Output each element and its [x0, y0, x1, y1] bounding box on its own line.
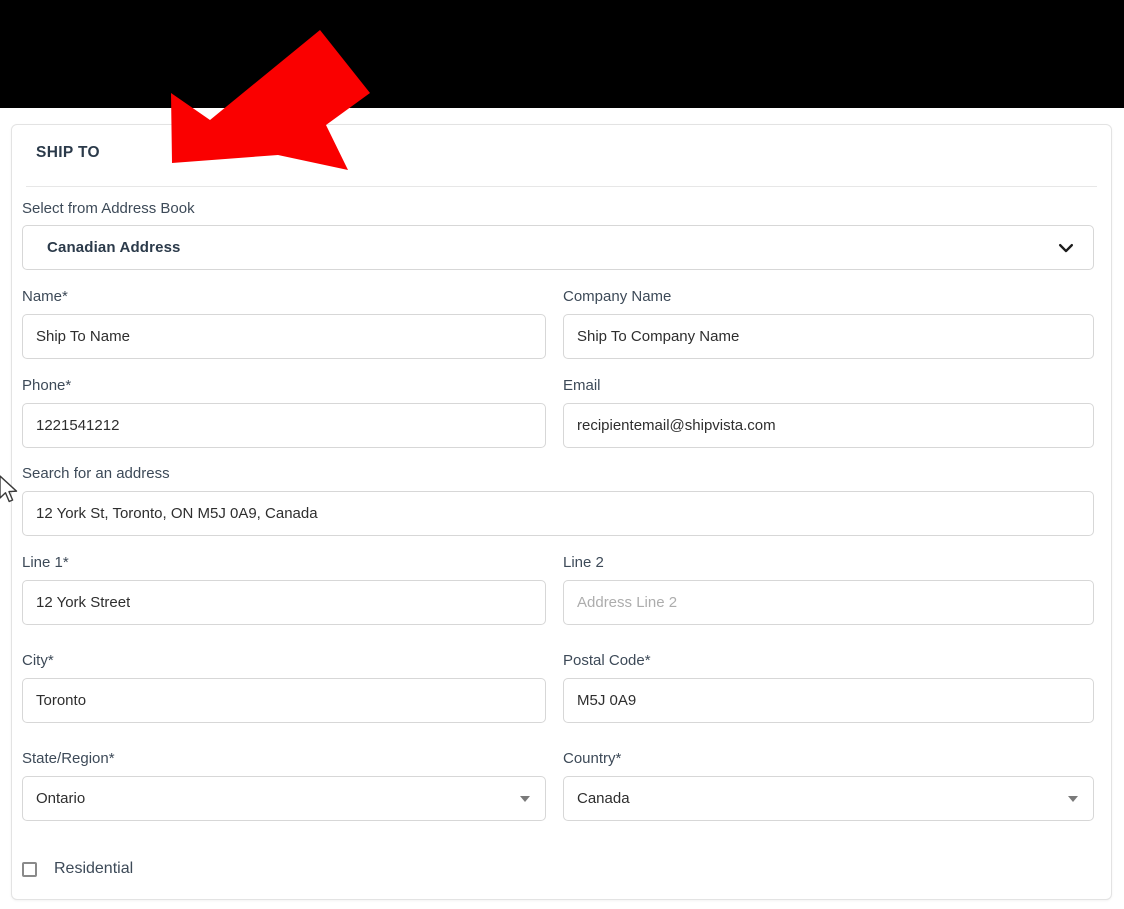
address-search-value: 12 York St, Toronto, ON M5J 0A9, Canada: [36, 505, 318, 522]
line1-input[interactable]: 12 York Street: [22, 580, 546, 625]
company-name-input[interactable]: Ship To Company Name: [563, 314, 1094, 359]
email-input[interactable]: recipientemail@shipvista.com: [563, 403, 1094, 448]
address-search-label: Search for an address: [22, 465, 170, 482]
company-name-value: Ship To Company Name: [577, 328, 740, 345]
line2-placeholder: Address Line 2: [577, 594, 678, 611]
postal-code-input[interactable]: M5J 0A9: [563, 678, 1094, 723]
country-selected-value: Canada: [577, 790, 630, 807]
title-divider: [26, 186, 1097, 187]
line1-label: Line 1*: [22, 554, 69, 571]
line2-input[interactable]: Address Line 2: [563, 580, 1094, 625]
address-book-label: Select from Address Book: [22, 200, 195, 217]
postal-code-value: M5J 0A9: [577, 692, 637, 709]
company-name-label: Company Name: [563, 288, 672, 305]
name-value: Ship To Name: [36, 328, 130, 345]
email-value: recipientemail@shipvista.com: [577, 417, 776, 434]
residential-label: Residential: [54, 860, 134, 877]
city-value: Toronto: [36, 692, 87, 709]
line2-label: Line 2: [563, 554, 604, 571]
phone-label: Phone*: [22, 377, 72, 394]
residential-checkbox[interactable]: [22, 861, 37, 877]
city-label: City*: [22, 652, 54, 669]
triangle-down-icon: [520, 795, 530, 802]
residential-checkbox-row[interactable]: Residential: [22, 860, 133, 878]
triangle-down-icon: [1068, 795, 1078, 802]
state-region-label: State/Region*: [22, 750, 115, 767]
state-region-select[interactable]: Ontario: [22, 776, 546, 821]
state-region-selected-value: Ontario: [36, 790, 86, 807]
name-input[interactable]: Ship To Name: [22, 314, 546, 359]
address-book-select[interactable]: Canadian Address: [22, 225, 1094, 270]
line1-value: 12 York Street: [36, 594, 131, 611]
country-select[interactable]: Canada: [563, 776, 1094, 821]
name-label: Name*: [22, 288, 68, 305]
top-black-bar: [0, 0, 1124, 108]
city-input[interactable]: Toronto: [22, 678, 546, 723]
phone-input[interactable]: 1221541212: [22, 403, 546, 448]
page-title: SHIP TO: [36, 144, 100, 161]
address-book-selected-value: Canadian Address: [47, 239, 181, 256]
ship-to-card: SHIP TO Select from Address Book Canadia…: [11, 124, 1112, 900]
chevron-down-icon: [1058, 243, 1074, 252]
email-label: Email: [563, 377, 601, 394]
postal-code-label: Postal Code*: [563, 652, 651, 669]
phone-value: 1221541212: [36, 417, 120, 434]
address-search-input[interactable]: 12 York St, Toronto, ON M5J 0A9, Canada: [22, 491, 1094, 536]
country-label: Country*: [563, 750, 622, 767]
